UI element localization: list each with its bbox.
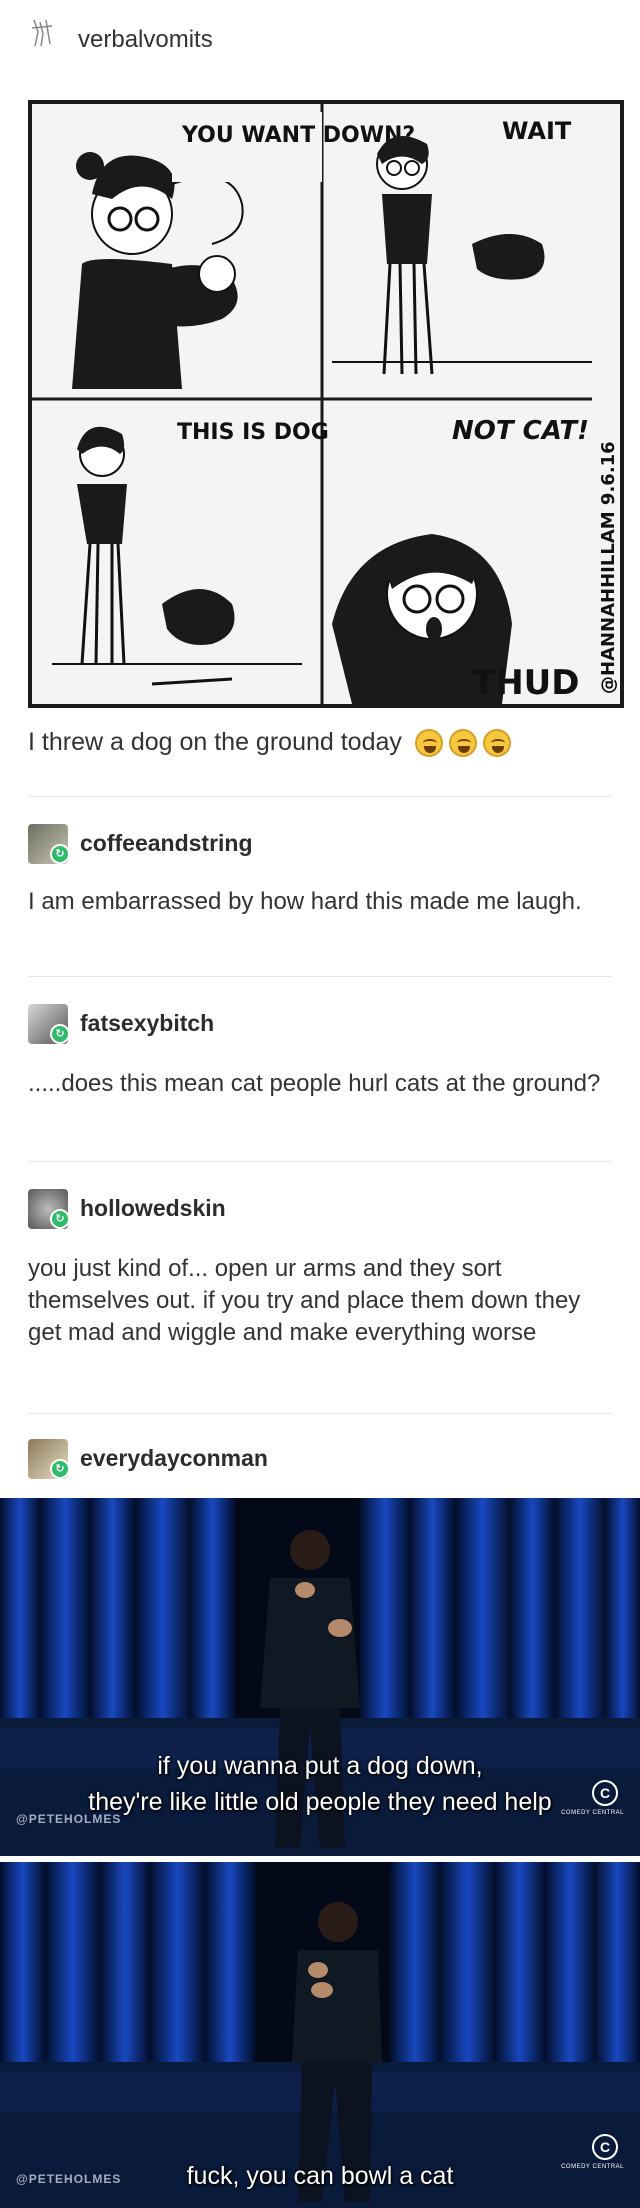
scribble-avatar-icon[interactable] (30, 18, 56, 48)
op-username[interactable]: verbalvomits (78, 26, 213, 54)
tears-of-joy-emoji-icon (414, 729, 443, 758)
panel-2-speech: WAIT (502, 117, 572, 145)
reblog-icon: ↻ (50, 844, 70, 864)
reblog-entry: ↻ hollowedskin you just kind of... open … (0, 1161, 640, 1413)
caption-text: I threw a dog on the ground today (28, 728, 402, 756)
network-label: COMEDY CENTRAL (561, 1810, 624, 1816)
comedy-central-logo-icon: C (592, 2134, 618, 2160)
tears-of-joy-emoji-icon (482, 729, 511, 758)
comic-strip: YOU WANT DOWN? WAIT THIS IS DOG NOT CAT!… (28, 100, 624, 708)
panel-3-speech: THIS IS DOG (177, 420, 329, 445)
panel-3 (52, 426, 302, 686)
panel-2 (332, 136, 592, 375)
op-caption: I threw a dog on the ground today (28, 728, 511, 758)
reblog-username[interactable]: coffeeandstring (80, 830, 253, 857)
video-watermark: @PETEHOLMES (16, 2172, 122, 2186)
divider (28, 1161, 612, 1162)
tears-of-joy-emoji-icon (448, 729, 477, 758)
divider (28, 976, 612, 977)
reblog-icon: ↻ (50, 1209, 70, 1229)
video-watermark: @PETEHOLMES (16, 1812, 122, 1826)
panel-1 (72, 112, 322, 389)
reblog-username[interactable]: hollowedskin (80, 1195, 226, 1222)
panel-1-speech: YOU WANT DOWN? (181, 123, 415, 148)
reblog-username[interactable]: everydayconman (80, 1445, 268, 1472)
reblog-icon: ↻ (50, 1459, 70, 1479)
reblog-icon: ↻ (50, 1024, 70, 1044)
video-still[interactable]: if you wanna put a dog down, they're lik… (0, 1498, 640, 1856)
subtitle-line-1: if you wanna put a dog down, (157, 1752, 483, 1780)
panel-4-sfx: THUD (472, 663, 579, 703)
video-still[interactable]: fuck, you can bowl a cat @PETEHOLMES C C… (0, 1862, 640, 2208)
post-header: verbalvomits (0, 0, 640, 80)
comic-panels: YOU WANT DOWN? WAIT THIS IS DOG NOT CAT!… (32, 104, 619, 704)
reblog-username[interactable]: fatsexybitch (80, 1010, 214, 1037)
network-label: COMEDY CENTRAL (561, 2164, 624, 2170)
divider (28, 796, 612, 797)
panel-4 (332, 404, 592, 704)
reblog-entry: ↻ everydayconman (0, 1413, 640, 1498)
panel-4-speech: NOT CAT! (452, 416, 589, 446)
reblog-entry: ↻ fatsexybitch .....does this mean cat p… (0, 976, 640, 1161)
reblog-text: you just kind of... open ur arms and the… (28, 1255, 581, 1346)
divider (28, 1413, 612, 1414)
emoji-row (414, 729, 511, 758)
artist-signature: @HANNAHHILLAM 9.6.16 (598, 441, 619, 694)
reblog-entry: ↻ coffeeandstring I am embarrassed by ho… (0, 796, 640, 976)
reblog-text: .....does this mean cat people hurl cats… (28, 1070, 601, 1097)
stage-curtains (0, 1862, 640, 2208)
reblog-text: I am embarrassed by how hard this made m… (28, 888, 582, 915)
comedy-central-logo-icon: C (592, 1780, 618, 1806)
